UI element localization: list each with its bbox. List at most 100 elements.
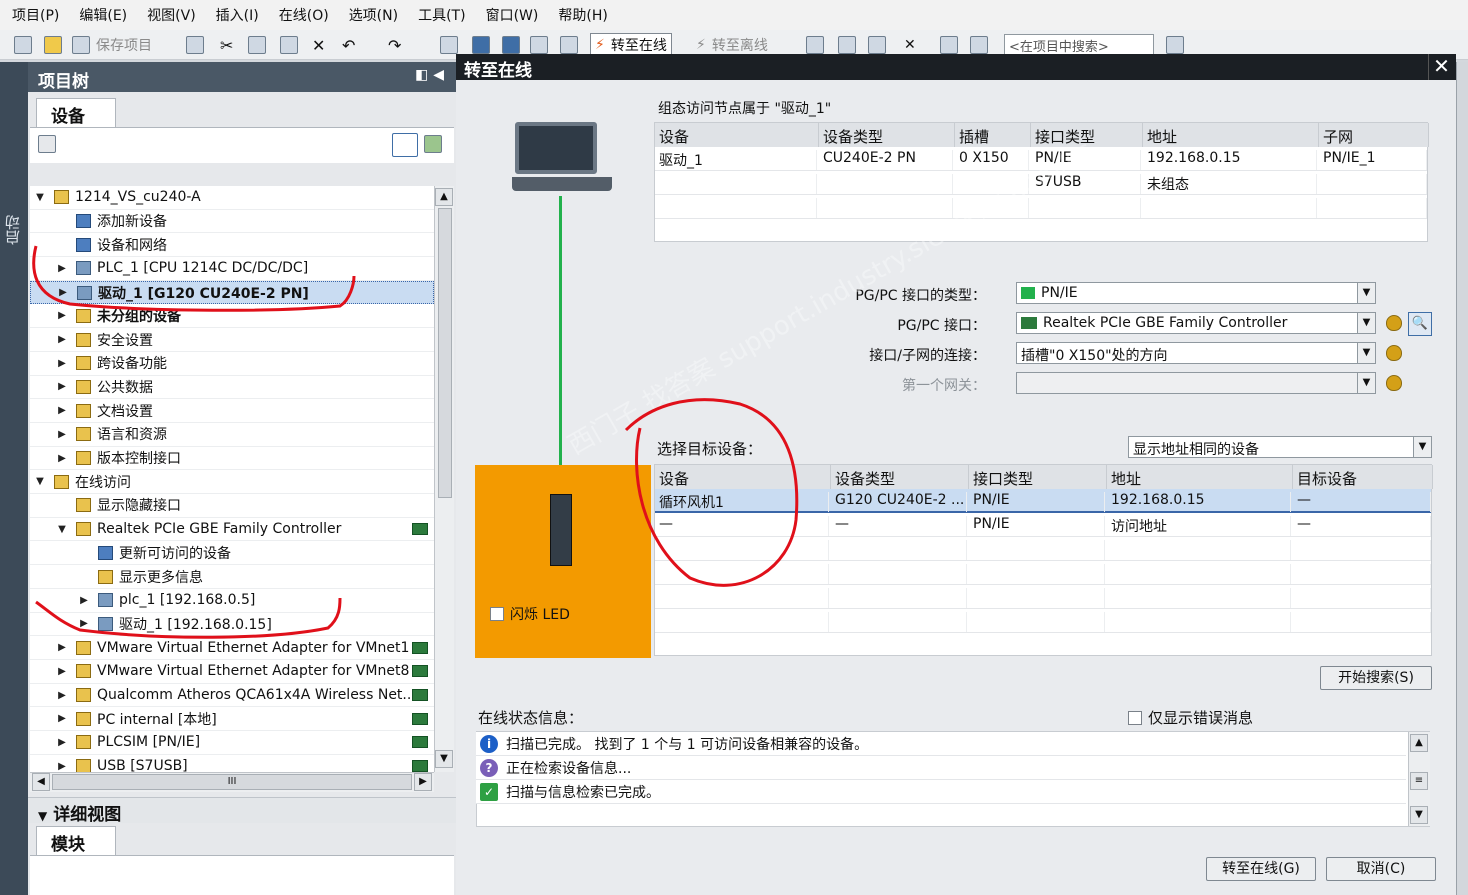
search-project-icon[interactable] [1166,36,1184,54]
collapsed-arrow-icon[interactable]: ▶ [78,595,90,606]
column-header[interactable]: 目标设备 [1293,465,1433,489]
collapse-panel-icon[interactable]: ◧ ◀ [415,67,444,83]
open-project-icon[interactable] [44,36,62,54]
expanded-arrow-icon[interactable]: ▼ [34,192,46,203]
column-header[interactable]: 接口类型 [969,465,1107,489]
tree-vertical-scrollbar[interactable]: ▲ ▼ [434,186,454,772]
tree-item[interactable]: ▼ 1214_VS_cu240-A [30,186,434,210]
menu-item[interactable]: 在线(O) [279,5,329,25]
cross-reference-icon[interactable]: ✕ [904,35,916,55]
menu-item[interactable]: 选项(N) [349,5,398,25]
tree-item[interactable]: ▼ Realtek PCIe GBE Family Controller [30,518,434,542]
collapsed-arrow-icon[interactable]: ▶ [56,761,68,772]
start-portal-tab[interactable]: 启动 [2,205,24,255]
collapsed-arrow-icon[interactable]: ▶ [56,737,68,748]
redo-icon[interactable]: ↷ [388,35,401,55]
add-new-icon[interactable] [424,135,442,153]
scroll-up-icon[interactable]: ▲ [435,188,453,206]
tree-item[interactable]: ▶ 跨设备功能 [30,352,434,376]
tree-item[interactable]: ▶ USB [S7USB] [30,755,434,772]
project-search-input[interactable]: <在项目中搜索> [1004,34,1154,56]
save-project-button[interactable]: 保存项目 [72,35,152,55]
upload-icon[interactable] [502,36,520,54]
delete-icon[interactable]: ✕ [312,35,325,55]
print-icon[interactable] [186,36,204,54]
cancel-button[interactable]: 取消(C) [1326,857,1436,881]
checkbox[interactable] [490,607,504,621]
collapsed-arrow-icon[interactable]: ▶ [56,713,68,724]
tree-item[interactable]: 设备和网络 [30,233,434,258]
tree-item[interactable]: ▶ VMware Virtual Ethernet Adapter for VMn… [30,636,434,660]
dropdown-arrow-icon[interactable]: ▼ [1357,283,1375,303]
devices-tab[interactable]: 设备 [36,98,116,128]
only-errors-checkbox[interactable]: 仅显示错误消息 [1128,707,1253,728]
stop-simulation-icon[interactable] [560,36,578,54]
module-tab[interactable]: 模块 [36,826,116,856]
dropdown-arrow-icon[interactable]: ▼ [1357,373,1375,393]
column-header[interactable]: 地址 [1107,465,1293,489]
flash-led-checkbox[interactable]: 闪烁 LED [490,604,570,624]
go-online-button[interactable]: 转至在线(G) [1206,857,1316,881]
new-project-icon[interactable] [14,36,32,54]
column-header[interactable]: 设备 [655,465,831,489]
menu-item[interactable]: 插入(I) [216,5,259,25]
dialog-close-icon[interactable]: ✕ [1428,54,1454,80]
tree-item[interactable]: ▶ VMware Virtual Ethernet Adapter for VMn… [30,660,434,684]
tree-item[interactable]: ▶ Qualcomm Atheros QCA61x4A Wireless Net.… [30,684,434,708]
tree-item[interactable]: ▶ 文档设置 [30,399,434,423]
hscroll-thumb[interactable]: III [52,774,412,790]
expanded-arrow-icon[interactable]: ▼ [34,476,46,487]
scroll-up-icon[interactable]: ▲ [1410,734,1428,752]
scroll-thumb[interactable] [438,208,452,498]
menu-item[interactable]: 项目(P) [12,5,59,25]
tree-settings-icon[interactable] [38,135,56,153]
start-cpu-icon[interactable] [838,36,856,54]
dropdown-arrow-icon[interactable]: ▼ [1413,437,1431,457]
column-header[interactable]: 设备类型 [819,123,955,147]
menu-item[interactable]: 视图(V) [147,5,196,25]
collapsed-arrow-icon[interactable]: ▶ [56,263,68,274]
menu-item[interactable]: 工具(T) [418,5,465,25]
go-offline-toolbar-button[interactable]: ⚡ 转至离线 [696,35,768,55]
menu-item[interactable]: 窗口(W) [486,5,539,25]
collapsed-arrow-icon[interactable]: ▶ [78,618,90,629]
properties-search-icon[interactable]: 🔍 [1408,312,1432,336]
menu-item[interactable]: 编辑(E) [79,5,127,25]
scroll-thumb[interactable]: ≡ [1410,772,1428,790]
tree-item[interactable]: ▶ plc_1 [192.168.0.5] [30,589,434,613]
pgpc-iface-select[interactable]: Realtek PCIe GBE Family Controller ▼ [1016,312,1376,334]
collapsed-arrow-icon[interactable]: ▶ [56,405,68,416]
paste-icon[interactable] [280,36,298,54]
column-header[interactable]: 接口类型 [1031,123,1143,147]
scroll-right-icon[interactable]: ▶ [414,773,432,791]
stop-cpu-icon[interactable] [868,36,886,54]
checkbox[interactable] [1128,710,1142,725]
tree-item[interactable]: ▶ 驱动_1 [192.168.0.15] [30,613,434,637]
collapsed-arrow-icon[interactable]: ▶ [56,310,68,321]
collapsed-arrow-icon[interactable]: ▶ [56,666,68,677]
tree-item[interactable]: ▼ 在线访问 [30,470,434,495]
dropdown-arrow-icon[interactable]: ▼ [1357,343,1375,363]
download-icon[interactable] [472,36,490,54]
collapsed-arrow-icon[interactable]: ▶ [56,334,68,345]
split-vertical-icon[interactable] [970,36,988,54]
scroll-left-icon[interactable]: ◀ [32,773,50,791]
dropdown-arrow-icon[interactable]: ▼ [1357,313,1375,333]
tree-item[interactable]: ▶ 语言和资源 [30,423,434,447]
collapsed-arrow-icon[interactable]: ▶ [56,429,68,440]
tree-item[interactable]: ▶ 公共数据 [30,376,434,400]
status-scrollbar[interactable]: ▲ ≡ ▼ [1408,732,1430,826]
cut-icon[interactable]: ✂ [220,35,233,55]
gateway-select[interactable]: ▼ [1016,372,1376,394]
accessible-devices-icon[interactable] [806,36,824,54]
collapsed-arrow-icon[interactable]: ▶ [56,453,68,464]
detail-view-header[interactable]: ▼ 详细视图 [28,797,456,825]
tree-item[interactable]: ▶ PLC_1 [CPU 1214C DC/DC/DC] [30,257,434,281]
column-header[interactable]: 设备类型 [831,465,969,489]
collapsed-arrow-icon[interactable]: ▶ [57,287,69,298]
menu-item[interactable]: 帮助(H) [558,5,607,25]
tree-item[interactable]: ▶ 版本控制接口 [30,447,434,471]
column-header[interactable]: 地址 [1143,123,1319,147]
column-header[interactable]: 插槽 [955,123,1031,147]
collapsed-arrow-icon[interactable]: ▶ [56,642,68,653]
